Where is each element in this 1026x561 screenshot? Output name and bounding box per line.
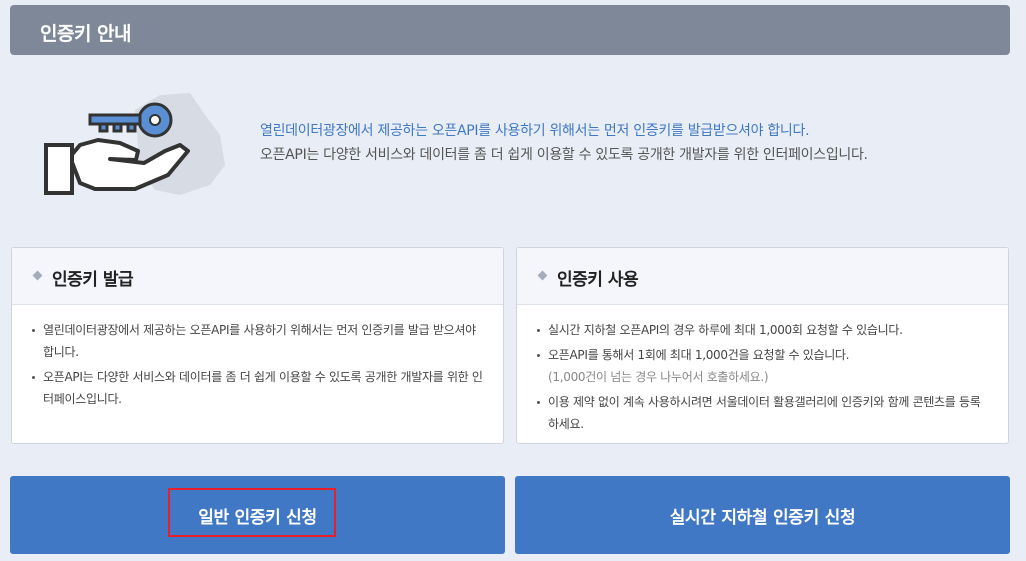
hero-text-primary: 열린데이터광장에서 제공하는 오픈API를 사용하기 위해서는 먼저 인증키를 …	[260, 123, 810, 139]
diamond-bullet-icon	[537, 270, 548, 281]
panel-header: 인증키 사용	[517, 248, 1008, 305]
page-title: 인증키 안내	[40, 23, 132, 45]
key-in-hand-icon	[44, 93, 225, 195]
subway-key-apply-button[interactable]: 실시간 지하철 인증키 신청	[515, 476, 1010, 554]
issue-panel: 인증키 발급 열린데이터광장에서 제공하는 오픈API를 사용하기 위해서는 먼…	[11, 247, 504, 444]
panel-title: 인증키 발급	[52, 270, 134, 290]
list-item: 열린데이터광장에서 제공하는 오픈API를 사용하기 위해서는 먼저 인증키를 …	[32, 319, 483, 363]
list-item: 실시간 지하철 오픈API의 경우 하루에 최대 1,000회 요청할 수 있습…	[537, 319, 988, 341]
hero-section: 열린데이터광장에서 제공하는 오픈API를 사용하기 위해서는 먼저 인증키를 …	[0, 80, 1026, 220]
highlight-box	[168, 488, 336, 537]
usage-info-list: 실시간 지하철 오픈API의 경우 하루에 최대 1,000회 요청할 수 있습…	[517, 305, 1008, 435]
panel-title: 인증키 사용	[557, 270, 639, 290]
page-header: 인증키 안내	[10, 5, 1010, 55]
note-text: (1,000건이 넘는 경우 나누어서 호출하세요.)	[548, 370, 769, 384]
button-label: 실시간 지하철 인증키 신청	[669, 507, 856, 528]
list-item: 오픈API를 통해서 1회에 최대 1,000건을 요청할 수 있습니다. (1,…	[537, 344, 988, 388]
list-item: 이용 제약 없이 계속 사용하시려면 서울데이터 활용갤러리에 인증키와 함께 …	[537, 391, 988, 435]
issue-info-list: 열린데이터광장에서 제공하는 오픈API를 사용하기 위해서는 먼저 인증키를 …	[12, 305, 503, 410]
diamond-bullet-icon	[32, 270, 43, 281]
usage-panel: 인증키 사용 실시간 지하철 오픈API의 경우 하루에 최대 1,000회 요…	[516, 247, 1009, 444]
hero-text-secondary: 오픈API는 다양한 서비스와 데이터를 좀 더 쉽게 이용할 수 있도록 공개…	[260, 147, 868, 163]
general-key-apply-button[interactable]: 일반 인증키 신청	[10, 476, 505, 554]
list-item: 오픈API는 다양한 서비스와 데이터를 좀 더 쉽게 이용할 수 있도록 공개…	[32, 366, 483, 410]
panel-header: 인증키 발급	[12, 248, 503, 305]
